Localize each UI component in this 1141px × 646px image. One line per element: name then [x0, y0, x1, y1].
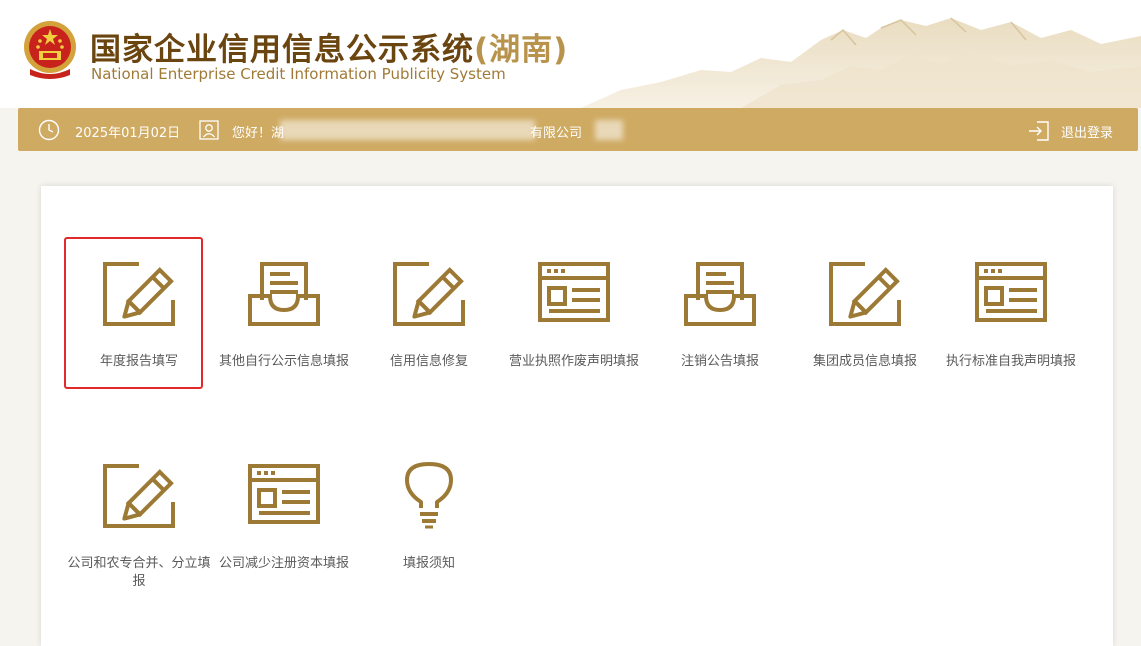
menu-item-label: 执行标准自我声明填报: [945, 354, 1076, 369]
national-emblem-icon: [24, 21, 76, 79]
site-title-english: National Enterprise Credit Information P…: [91, 65, 506, 83]
menu-item-label: 集团成员信息填报: [812, 354, 917, 369]
menu-item-credit-repair[interactable]: 信用信息修复: [356, 260, 502, 371]
document-tray-icon: [684, 262, 756, 326]
mountain-landscape-decoration: [581, 17, 1141, 108]
service-menu-panel: 年度报告填写 其他自行公示信息填报 信用信息修复 营业执照作废声明填报 注销公告…: [41, 186, 1113, 646]
menu-item-label: 营业执照作废声明填报: [508, 354, 639, 369]
company-suffix: 有限公司: [530, 126, 583, 141]
menu-item-group-members[interactable]: 集团成员信息填报: [792, 260, 938, 371]
menu-item-merger-split[interactable]: 公司和农专合并、分立填报: [66, 462, 212, 591]
site-header: 国家企业信用信息公示系统(湖南) National Enterprise Cre…: [0, 0, 1141, 108]
site-title-main: 国家企业信用信息公示系统: [90, 32, 474, 68]
web-form-icon: [538, 262, 610, 322]
menu-item-filing-instructions[interactable]: 填报须知: [356, 462, 502, 573]
logout-icon[interactable]: [1028, 120, 1050, 142]
menu-item-label: 公司和农专合并、分立填报: [67, 556, 211, 589]
logout-link[interactable]: 退出登录: [1061, 122, 1113, 141]
lightbulb-icon: [405, 462, 453, 529]
menu-item-label: 其他自行公示信息填报: [218, 354, 349, 369]
pencil-edit-icon: [103, 262, 175, 326]
greeting-text: 您好！湖: [232, 126, 285, 141]
document-tray-icon: [248, 262, 320, 326]
menu-item-license-void[interactable]: 营业执照作废声明填报: [501, 260, 647, 371]
menu-item-cancellation-notice[interactable]: 注销公告填报: [647, 260, 793, 371]
menu-item-label: 信用信息修复: [389, 354, 468, 369]
redacted-company-name: [280, 120, 535, 140]
menu-item-other-disclosure[interactable]: 其他自行公示信息填报: [211, 260, 357, 371]
user-icon: [199, 120, 219, 140]
site-title: 国家企业信用信息公示系统(湖南): [90, 24, 568, 69]
menu-item-annual-report[interactable]: 年度报告填写: [64, 237, 212, 389]
pencil-edit-icon: [103, 464, 175, 528]
menu-item-label: 注销公告填报: [680, 354, 759, 369]
site-title-region: (湖南): [474, 32, 569, 68]
pencil-edit-icon: [829, 262, 901, 326]
pencil-edit-icon: [393, 262, 465, 326]
redacted-extra: [595, 120, 623, 140]
current-date: 2025年01月02日: [75, 126, 181, 141]
web-form-icon: [975, 262, 1047, 322]
menu-item-standards-declaration[interactable]: 执行标准自我声明填报: [938, 260, 1084, 371]
clock-icon: [38, 119, 60, 141]
menu-item-capital-reduction[interactable]: 公司减少注册资本填报: [211, 462, 357, 573]
web-form-icon: [248, 464, 320, 524]
menu-item-label: 填报须知: [402, 556, 455, 571]
menu-item-label: 年度报告填写: [99, 354, 178, 369]
status-bar: 2025年01月02日 您好！湖 有限公司 退出登录: [18, 108, 1138, 151]
menu-item-label: 公司减少注册资本填报: [218, 556, 349, 571]
